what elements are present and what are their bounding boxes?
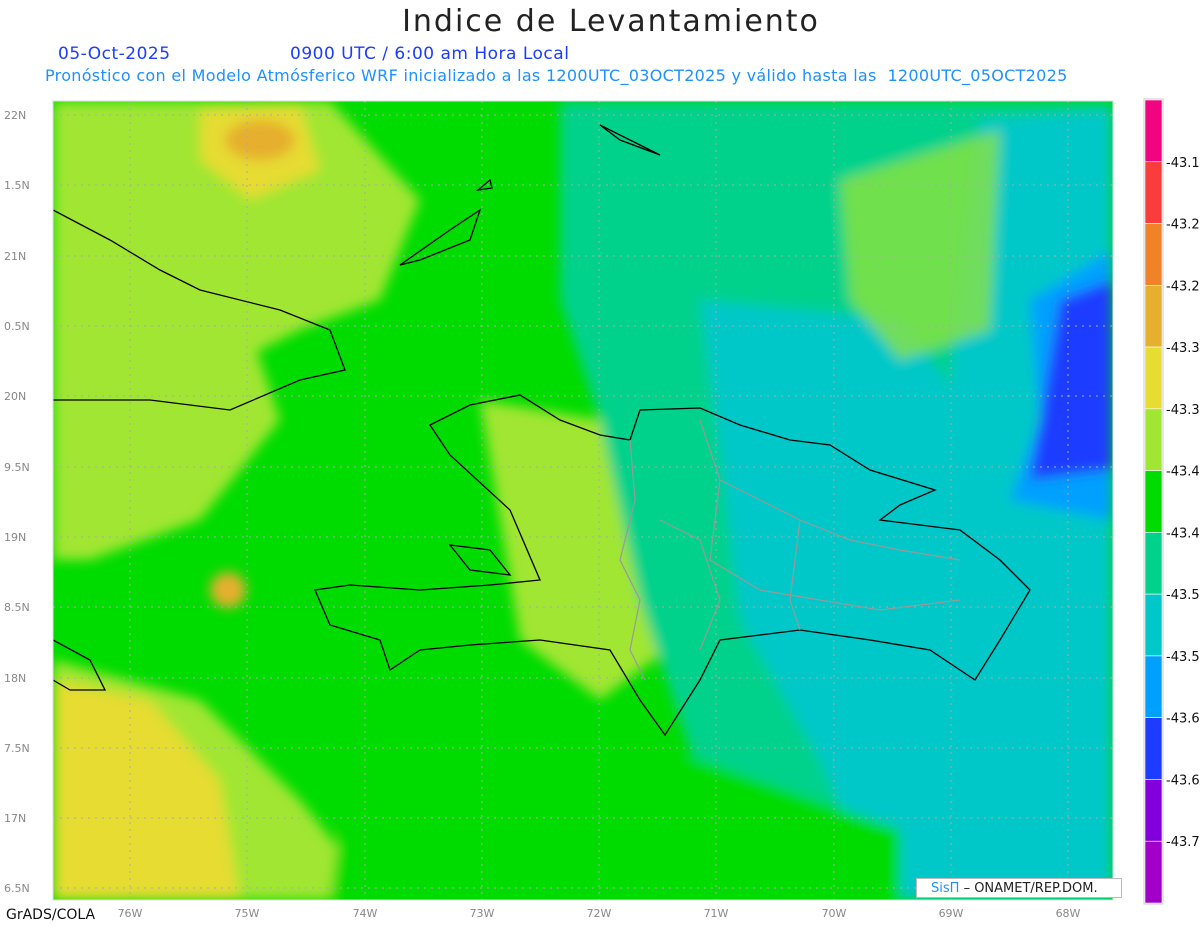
colorbar-label: -43.2 [1166, 279, 1200, 294]
colorbar-swatch [1144, 285, 1163, 348]
lon-label: 76W [118, 907, 143, 920]
colorbar-label: -43.6 [1166, 773, 1200, 788]
lat-label: 6.5N [4, 882, 30, 895]
lat-label: 21N [4, 250, 26, 263]
colorbar-swatch [1144, 593, 1163, 657]
colorbar-label: -43.7 [1166, 835, 1200, 850]
colorbar-swatch [1144, 717, 1163, 780]
lon-labels: 76W 75W 74W 73W 72W 71W 70W 69W 68W [118, 907, 1081, 920]
credit-box: SisΠ – ONAMET/REP.DOM. [916, 878, 1122, 898]
colorbar-swatch [1144, 470, 1163, 533]
lat-label: 17N [4, 812, 26, 825]
colorbar-label: -43.2 [1166, 218, 1200, 233]
colorbar: -43.1 -43.2 -43.2 -43.3 -43.3 -43.4 -43.4 -43.5… [1143, 98, 1200, 905]
lon-label: 74W [353, 907, 378, 920]
colorbar-swatch [1144, 655, 1163, 718]
colorbar-swatch [1144, 223, 1163, 286]
sispi-logo: SisΠ [931, 881, 960, 896]
grads-footer: GrADS/COLA [6, 907, 96, 923]
lat-labels: 22N 1.5N 21N 0.5N 20N 9.5N 19N 8.5N 18N … [4, 109, 30, 895]
lat-label: 18N [4, 672, 26, 685]
lat-label: 22N [4, 109, 26, 122]
credit-text: – ONAMET/REP.DOM. [963, 881, 1098, 896]
lon-label: 73W [470, 907, 495, 920]
colorbar-label: -43.5 [1166, 588, 1200, 603]
lon-label: 71W [704, 907, 729, 920]
lon-label: 70W [822, 907, 847, 920]
colorbar-label: -43.3 [1166, 341, 1200, 356]
lon-label: 75W [235, 907, 260, 920]
colorbar-swatch [1144, 779, 1163, 842]
colorbar-swatch [1144, 99, 1163, 163]
colorbar-label: -43.4 [1166, 465, 1200, 480]
lat-label: 7.5N [4, 742, 30, 755]
colorbar-label: -43.4 [1166, 526, 1200, 541]
colorbar-label: -43.5 [1166, 650, 1200, 665]
lat-label: 8.5N [4, 601, 30, 614]
lon-label: 69W [939, 907, 964, 920]
lon-label: 72W [587, 907, 612, 920]
colorbar-label: -43.3 [1166, 403, 1200, 418]
lat-label: 0.5N [4, 320, 30, 333]
colorbar-swatch [1144, 346, 1163, 410]
lat-label: 9.5N [4, 461, 30, 474]
lat-label: 20N [4, 390, 26, 403]
colorbar-swatch [1144, 532, 1163, 595]
colorbar-swatch [1144, 408, 1163, 471]
lat-label: 19N [4, 531, 26, 544]
colorbar-swatch [1144, 840, 1163, 904]
colorbar-label: -43.1 [1166, 156, 1200, 171]
lifted-index-field [53, 101, 1113, 900]
lon-label: 68W [1056, 907, 1081, 920]
colorbar-label: -43.6 [1166, 712, 1200, 727]
colorbar-swatch [1144, 161, 1163, 224]
map-canvas: 22N 1.5N 21N 0.5N 20N 9.5N 19N 8.5N 18N … [4, 98, 1200, 920]
lat-label: 1.5N [4, 179, 30, 192]
